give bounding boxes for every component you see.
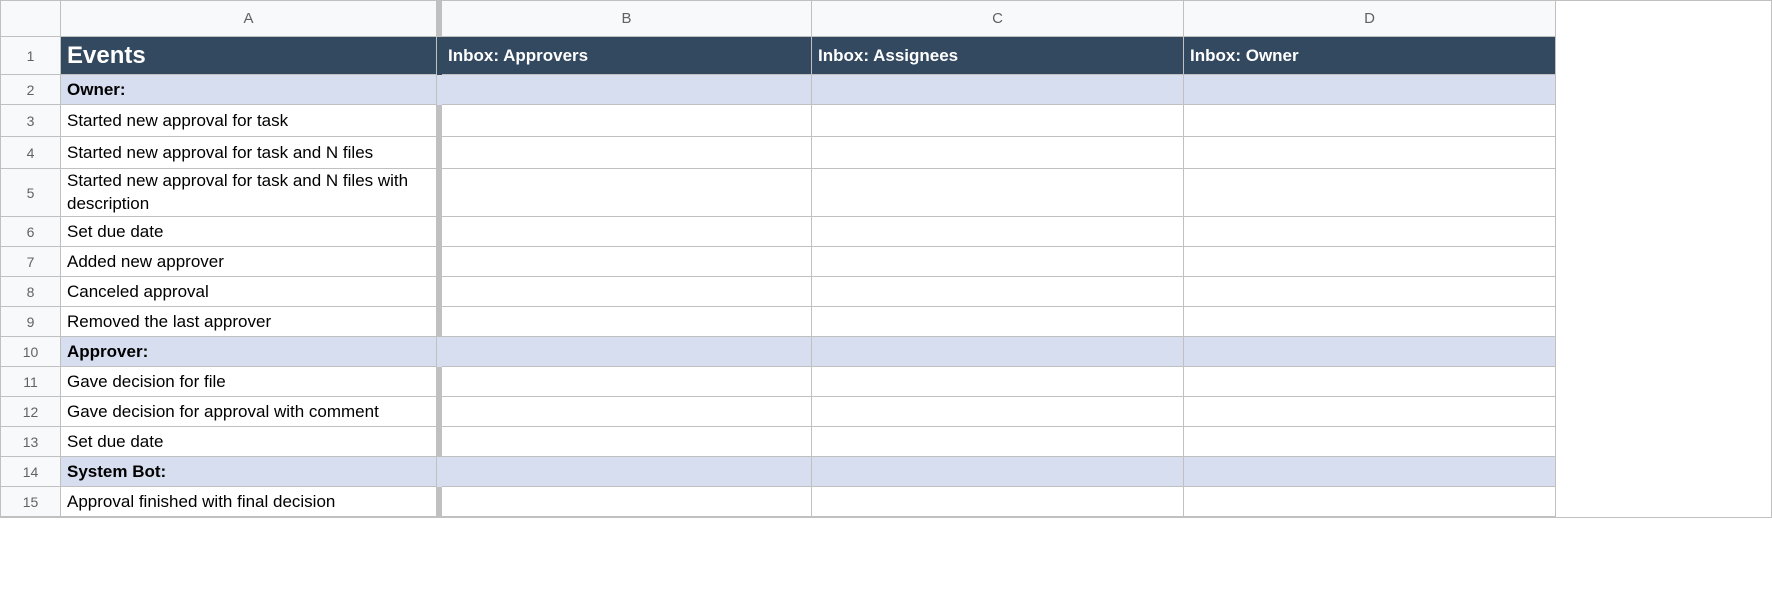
cell-d2[interactable] [1184, 75, 1556, 105]
cell-b11[interactable] [442, 367, 812, 397]
cell-c2[interactable] [812, 75, 1184, 105]
cell-c15[interactable] [812, 487, 1184, 517]
cell-c12[interactable] [812, 397, 1184, 427]
cell-a12[interactable]: Gave decision for approval with comment [61, 397, 437, 427]
cell-b7[interactable] [442, 247, 812, 277]
row-header-15[interactable]: 15 [1, 487, 61, 517]
row-header-5[interactable]: 5 [1, 169, 61, 217]
cell-a9[interactable]: Removed the last approver [61, 307, 437, 337]
cell-b1[interactable]: Inbox: Approvers [442, 37, 812, 75]
cell-a14[interactable]: System Bot: [61, 457, 437, 487]
cell-c9[interactable] [812, 307, 1184, 337]
cell-c14[interactable] [812, 457, 1184, 487]
cell-a1[interactable]: Events [61, 37, 437, 75]
cell-d10[interactable] [1184, 337, 1556, 367]
cell-d9[interactable] [1184, 307, 1556, 337]
cell-c6[interactable] [812, 217, 1184, 247]
cell-d15[interactable] [1184, 487, 1556, 517]
cell-a13[interactable]: Set due date [61, 427, 437, 457]
row-header-7[interactable]: 7 [1, 247, 61, 277]
cell-b5[interactable] [442, 169, 812, 217]
cell-a6[interactable]: Set due date [61, 217, 437, 247]
row-header-14[interactable]: 14 [1, 457, 61, 487]
row-header-3[interactable]: 3 [1, 105, 61, 137]
cell-b13[interactable] [442, 427, 812, 457]
cell-a5[interactable]: Started new approval for task and N file… [61, 169, 437, 217]
cell-d3[interactable] [1184, 105, 1556, 137]
row-header-1[interactable]: 1 [1, 37, 61, 75]
col-header-c[interactable]: C [812, 1, 1184, 37]
cell-d13[interactable] [1184, 427, 1556, 457]
cell-a11[interactable]: Gave decision for file [61, 367, 437, 397]
cell-d1[interactable]: Inbox: Owner [1184, 37, 1556, 75]
row-header-2[interactable]: 2 [1, 75, 61, 105]
cell-a3[interactable]: Started new approval for task [61, 105, 437, 137]
cell-c4[interactable] [812, 137, 1184, 169]
cell-b15[interactable] [442, 487, 812, 517]
cell-d8[interactable] [1184, 277, 1556, 307]
cell-d11[interactable] [1184, 367, 1556, 397]
cell-c1[interactable]: Inbox: Assignees [812, 37, 1184, 75]
cell-d5[interactable] [1184, 169, 1556, 217]
cell-a4[interactable]: Started new approval for task and N file… [61, 137, 437, 169]
cell-b6[interactable] [442, 217, 812, 247]
cell-b3[interactable] [442, 105, 812, 137]
spreadsheet-grid[interactable]: A B C D 1 Events Inbox: Approvers Inbox:… [0, 0, 1772, 518]
cell-b10[interactable] [442, 337, 812, 367]
cell-b9[interactable] [442, 307, 812, 337]
cell-b12[interactable] [442, 397, 812, 427]
cell-b14[interactable] [442, 457, 812, 487]
cell-d6[interactable] [1184, 217, 1556, 247]
cell-c3[interactable] [812, 105, 1184, 137]
cell-a10[interactable]: Approver: [61, 337, 437, 367]
cell-b2[interactable] [442, 75, 812, 105]
row-header-6[interactable]: 6 [1, 217, 61, 247]
col-header-b[interactable]: B [442, 1, 812, 37]
corner-cell[interactable] [1, 1, 61, 37]
col-header-a[interactable]: A [61, 1, 437, 37]
cell-a2[interactable]: Owner: [61, 75, 437, 105]
cell-d4[interactable] [1184, 137, 1556, 169]
cell-a8[interactable]: Canceled approval [61, 277, 437, 307]
cell-b8[interactable] [442, 277, 812, 307]
cell-c10[interactable] [812, 337, 1184, 367]
col-header-d[interactable]: D [1184, 1, 1556, 37]
row-header-12[interactable]: 12 [1, 397, 61, 427]
row-header-10[interactable]: 10 [1, 337, 61, 367]
cell-b4[interactable] [442, 137, 812, 169]
row-header-8[interactable]: 8 [1, 277, 61, 307]
cell-a15[interactable]: Approval finished with final decision [61, 487, 437, 517]
cell-c7[interactable] [812, 247, 1184, 277]
cell-d14[interactable] [1184, 457, 1556, 487]
cell-a7[interactable]: Added new approver [61, 247, 437, 277]
row-header-4[interactable]: 4 [1, 137, 61, 169]
cell-d7[interactable] [1184, 247, 1556, 277]
cell-c8[interactable] [812, 277, 1184, 307]
cell-c5[interactable] [812, 169, 1184, 217]
row-header-11[interactable]: 11 [1, 367, 61, 397]
row-header-13[interactable]: 13 [1, 427, 61, 457]
cell-d12[interactable] [1184, 397, 1556, 427]
row-header-9[interactable]: 9 [1, 307, 61, 337]
cell-c13[interactable] [812, 427, 1184, 457]
cell-c11[interactable] [812, 367, 1184, 397]
